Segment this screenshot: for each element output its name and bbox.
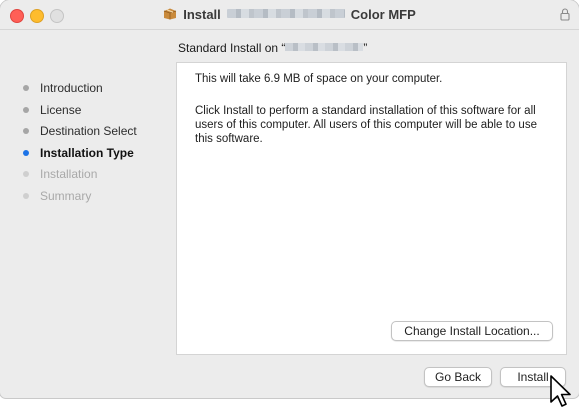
- go-back-button[interactable]: Go Back: [424, 367, 492, 387]
- redacted-product-name: [226, 9, 345, 18]
- change-install-location-button[interactable]: Change Install Location...: [391, 321, 553, 341]
- step-label: Destination Select: [40, 124, 137, 138]
- step-introduction: Introduction: [22, 80, 137, 102]
- redacted-disk-name: [285, 43, 364, 51]
- step-dot-icon: [23, 106, 29, 113]
- title-bar: Install Color MFP: [0, 0, 579, 30]
- window-title-suffix: Color MFP: [350, 7, 416, 22]
- space-required-text: This will take 6.9 MB of space on your c…: [195, 73, 443, 85]
- lock-icon: [560, 8, 570, 21]
- step-label: Installation Type: [40, 145, 134, 160]
- package-icon: [164, 8, 177, 20]
- install-destination-heading: Standard Install on “ ”: [178, 41, 367, 55]
- step-summary: Summary: [22, 188, 137, 210]
- step-dot-icon: [23, 149, 29, 156]
- subtitle-suffix: ”: [363, 41, 368, 55]
- installer-steps-sidebar: Introduction License Destination Select …: [22, 80, 137, 209]
- step-dot-icon: [23, 171, 29, 177]
- step-label: Summary: [40, 188, 92, 203]
- pointer-cursor-icon: [550, 375, 571, 407]
- step-label: License: [40, 102, 82, 117]
- step-dot-icon: [23, 85, 29, 91]
- subtitle-prefix: Standard Install on “: [178, 41, 286, 55]
- step-installation-type: Installation Type: [22, 145, 137, 167]
- installer-window: Install Color MFP Standard Install on “” …: [0, 0, 579, 398]
- step-destination-select: Destination Select: [22, 123, 137, 145]
- window-title-prefix: Install: [183, 7, 221, 22]
- step-dot-icon: [23, 128, 29, 134]
- install-description-text: Click Install to perform a standard inst…: [195, 105, 537, 145]
- step-license: License: [22, 102, 137, 124]
- window-title: Install Color MFP: [0, 7, 579, 22]
- install-info-panel: This will take 6.9 MB of space on your c…: [176, 62, 567, 355]
- step-installation: Installation: [22, 166, 137, 188]
- step-dot-icon: [23, 192, 29, 199]
- step-label: Installation: [40, 167, 98, 181]
- step-label: Introduction: [40, 81, 103, 95]
